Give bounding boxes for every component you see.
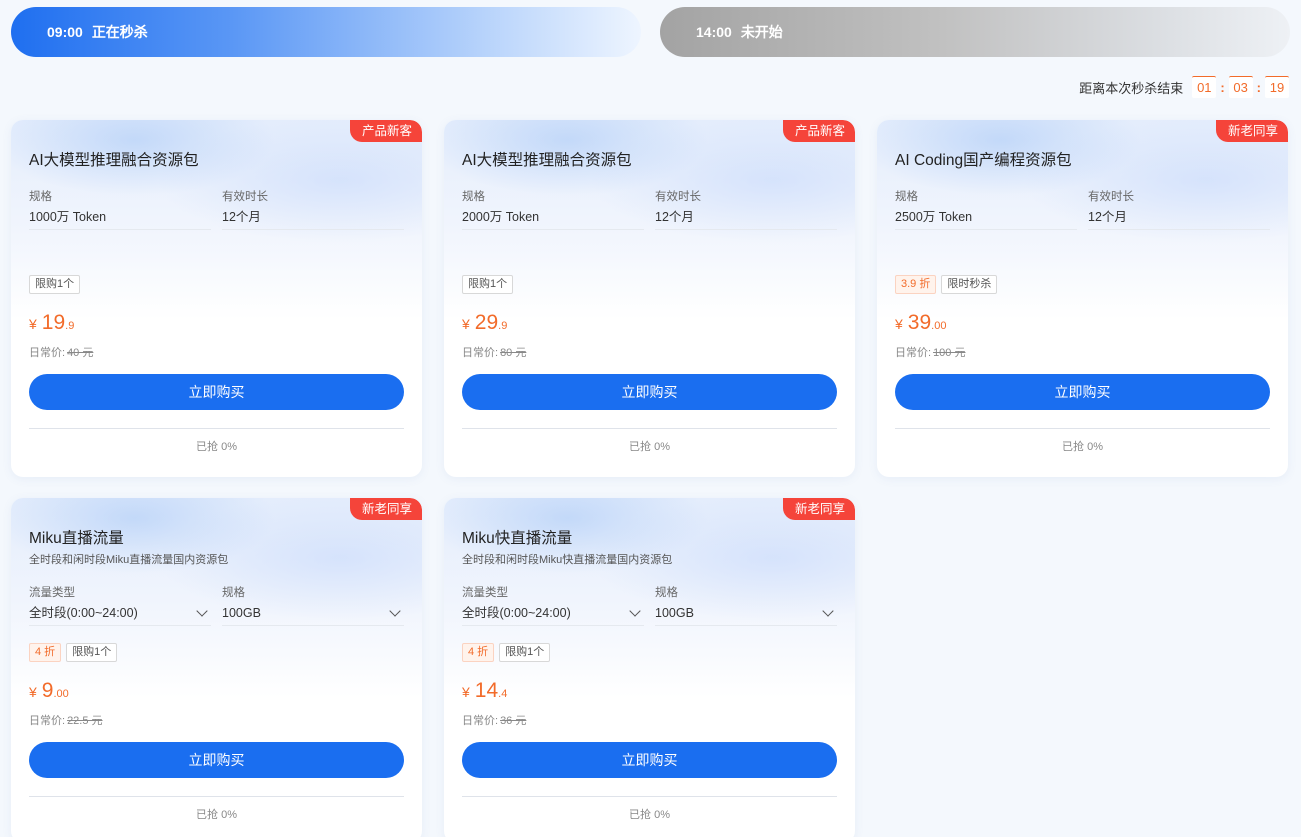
session-tabs: 09:00 正在秒杀 14:00 未开始 — [11, 7, 1290, 57]
product-title: AI大模型推理融合资源包 — [29, 152, 199, 169]
discount-tag: 4 折 — [29, 643, 62, 662]
tag-list: 限购1个 — [462, 275, 837, 294]
countdown-minutes: 03 — [1228, 76, 1253, 98]
divider — [462, 796, 837, 797]
spec-value: 12个月 — [1088, 204, 1270, 230]
product-card: 产品新客 AI大模型推理融合资源包 规格 1000万 Token 有效时长 12… — [11, 120, 422, 477]
spec-value: 2500万 Token — [895, 204, 1077, 230]
limit-tag: 限购1个 — [462, 275, 514, 294]
buy-now-button[interactable]: 立即购买 — [29, 742, 404, 778]
countdown-separator: : — [1256, 79, 1261, 95]
divider — [29, 796, 404, 797]
tag-list: 4 折 限购1个 — [462, 643, 837, 662]
spec-label: 规格 — [655, 587, 678, 599]
spec-select[interactable]: 100GB — [655, 600, 837, 626]
spec-label: 规格 — [895, 191, 918, 203]
flash-price: ¥ 9 .00 — [29, 679, 69, 702]
original-price: 日常价: 22.5 元 — [29, 715, 103, 727]
countdown-separator: : — [1220, 79, 1225, 95]
buy-now-button[interactable]: 立即购买 — [462, 742, 837, 778]
spec-value: 1000万 Token — [29, 204, 211, 230]
tab-status: 未开始 — [740, 24, 783, 40]
product-card: 新老同享 Miku直播流量 全时段和闲时段Miku直播流量国内资源包 流量类型 … — [11, 498, 422, 837]
spec-label: 流量类型 — [29, 587, 75, 599]
discount-tag: 4 折 — [462, 643, 495, 662]
countdown-hours: 01 — [1192, 76, 1217, 98]
customer-badge: 新老同享 — [782, 498, 855, 520]
original-price: 日常价: 80 元 — [462, 347, 527, 359]
sold-progress: 已抢 0% — [1062, 441, 1103, 453]
product-card: 新老同享 AI Coding国产编程资源包 规格 2500万 Token 有效时… — [877, 120, 1288, 477]
spec-value: 2000万 Token — [462, 204, 644, 230]
spec-label: 规格 — [29, 191, 52, 203]
tag-list: 4 折 限购1个 — [29, 643, 404, 662]
flash-sale-tag: 限时秒杀 — [941, 275, 998, 294]
buy-now-button[interactable]: 立即购买 — [462, 374, 837, 410]
spec-label: 有效时长 — [222, 191, 268, 203]
customer-badge: 产品新客 — [782, 120, 855, 142]
customer-badge: 新老同享 — [1215, 120, 1288, 142]
chevron-down-icon — [196, 604, 208, 617]
countdown-label: 距离本次秒杀结束 — [1079, 80, 1184, 96]
divider — [462, 428, 837, 429]
product-title: Miku快直播流量 — [462, 530, 573, 547]
divider — [895, 428, 1270, 429]
limit-tag: 限购1个 — [499, 643, 551, 662]
original-price: 日常价: 40 元 — [29, 347, 94, 359]
traffic-type-select[interactable]: 全时段(0:00~24:00) — [29, 600, 211, 626]
spec-label: 规格 — [222, 587, 245, 599]
spec-row: 规格 2000万 Token 有效时长 12个月 — [462, 188, 837, 230]
product-card: 产品新客 AI大模型推理融合资源包 规格 2000万 Token 有效时长 12… — [444, 120, 855, 477]
tab-time: 14:00 — [696, 24, 732, 40]
product-title: AI Coding国产编程资源包 — [895, 152, 1072, 169]
tab-status: 正在秒杀 — [91, 24, 148, 40]
spec-label: 有效时长 — [655, 191, 701, 203]
countdown-timer: 距离本次秒杀结束 01 : 03 : 19 — [1079, 76, 1289, 98]
customer-badge: 产品新客 — [349, 120, 422, 142]
product-title: AI大模型推理融合资源包 — [462, 152, 632, 169]
spec-value: 12个月 — [222, 204, 404, 230]
flash-price: ¥ 39 .00 — [895, 311, 947, 334]
buy-now-button[interactable]: 立即购买 — [895, 374, 1270, 410]
original-price: 日常价: 100 元 — [895, 347, 966, 359]
spec-row: 流量类型 全时段(0:00~24:00) 规格 100GB — [29, 584, 404, 626]
tag-list: 3.9 折 限时秒杀 — [895, 275, 1270, 294]
tab-session-1400[interactable]: 14:00 未开始 — [660, 7, 1290, 57]
spec-label: 有效时长 — [1088, 191, 1134, 203]
sold-progress: 已抢 0% — [629, 809, 670, 821]
discount-tag: 3.9 折 — [895, 275, 937, 294]
sold-progress: 已抢 0% — [629, 441, 670, 453]
chevron-down-icon — [822, 604, 834, 617]
product-card: 新老同享 Miku快直播流量 全时段和闲时段Miku快直播流量国内资源包 流量类… — [444, 498, 855, 837]
chevron-down-icon — [389, 604, 401, 617]
tag-list: 限购1个 — [29, 275, 404, 294]
spec-label: 流量类型 — [462, 587, 508, 599]
product-title: Miku直播流量 — [29, 530, 124, 547]
original-price: 日常价: 36 元 — [462, 715, 527, 727]
sold-progress: 已抢 0% — [196, 809, 237, 821]
limit-tag: 限购1个 — [66, 643, 118, 662]
spec-value: 12个月 — [655, 204, 837, 230]
buy-now-button[interactable]: 立即购买 — [29, 374, 404, 410]
flash-price: ¥ 19 .9 — [29, 311, 75, 334]
customer-badge: 新老同享 — [349, 498, 422, 520]
spec-label: 规格 — [462, 191, 485, 203]
product-description: 全时段和闲时段Miku快直播流量国内资源包 — [462, 554, 673, 566]
sold-progress: 已抢 0% — [196, 441, 237, 453]
spec-row: 规格 1000万 Token 有效时长 12个月 — [29, 188, 404, 230]
flash-price: ¥ 14 .4 — [462, 679, 508, 702]
divider — [29, 428, 404, 429]
tab-session-0900[interactable]: 09:00 正在秒杀 — [11, 7, 641, 57]
countdown-seconds: 19 — [1265, 76, 1289, 98]
limit-tag: 限购1个 — [29, 275, 81, 294]
tab-time: 09:00 — [47, 24, 83, 40]
traffic-type-select[interactable]: 全时段(0:00~24:00) — [462, 600, 644, 626]
spec-row: 规格 2500万 Token 有效时长 12个月 — [895, 188, 1270, 230]
product-description: 全时段和闲时段Miku直播流量国内资源包 — [29, 554, 229, 566]
spec-row: 流量类型 全时段(0:00~24:00) 规格 100GB — [462, 584, 837, 626]
spec-select[interactable]: 100GB — [222, 600, 404, 626]
chevron-down-icon — [629, 604, 641, 617]
flash-price: ¥ 29 .9 — [462, 311, 508, 334]
